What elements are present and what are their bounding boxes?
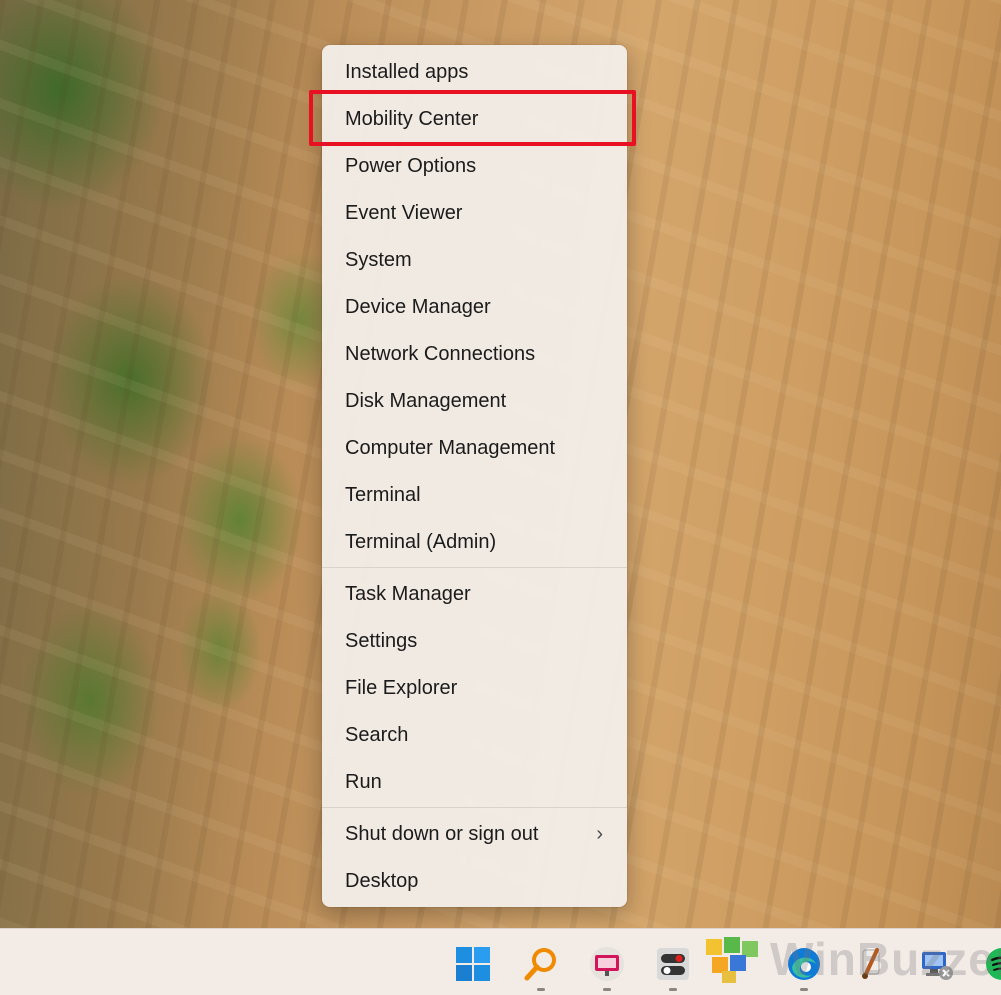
- running-indicator: [669, 988, 677, 991]
- running-indicator: [603, 988, 611, 991]
- menu-item-run[interactable]: Run: [322, 759, 627, 806]
- menu-item-search[interactable]: Search: [322, 712, 627, 759]
- taskbar: [0, 928, 1001, 995]
- menu-item-shut-down-or-sign-out[interactable]: Shut down or sign out ›: [322, 811, 627, 858]
- menu-item-event-viewer[interactable]: Event Viewer: [322, 190, 627, 237]
- edge-browser-icon[interactable]: [786, 946, 822, 982]
- menu-item-terminal[interactable]: Terminal: [322, 472, 627, 519]
- winx-context-menu: Installed apps Mobility Center Power Opt…: [322, 45, 627, 907]
- menu-item-disk-management[interactable]: Disk Management: [322, 378, 627, 425]
- menu-item-file-explorer[interactable]: File Explorer: [322, 665, 627, 712]
- menu-separator: [322, 807, 627, 808]
- windows-start-icon[interactable]: [455, 946, 491, 982]
- spotify-icon[interactable]: [984, 946, 1001, 982]
- menu-item-network-connections[interactable]: Network Connections: [322, 331, 627, 378]
- menu-item-power-options[interactable]: Power Options: [322, 143, 627, 190]
- chevron-right-icon: ›: [596, 823, 603, 845]
- search-magnifier-icon[interactable]: [523, 946, 559, 982]
- menu-item-desktop[interactable]: Desktop: [322, 858, 627, 905]
- running-indicator: [800, 988, 808, 991]
- presentation-app-icon[interactable]: [589, 946, 625, 982]
- menu-item-label: Shut down or sign out: [345, 823, 539, 845]
- menu-item-settings[interactable]: Settings: [322, 618, 627, 665]
- menu-item-task-manager[interactable]: Task Manager: [322, 571, 627, 618]
- menu-item-installed-apps[interactable]: Installed apps: [322, 49, 627, 96]
- menu-separator: [322, 567, 627, 568]
- running-indicator: [537, 988, 545, 991]
- menu-item-computer-management[interactable]: Computer Management: [322, 425, 627, 472]
- menu-item-terminal-admin[interactable]: Terminal (Admin): [322, 519, 627, 566]
- paint-brush-app-icon[interactable]: [853, 946, 889, 982]
- menu-item-mobility-center[interactable]: Mobility Center: [322, 96, 627, 143]
- cubes-app-icon[interactable]: [702, 933, 762, 985]
- toggle-app-icon[interactable]: [655, 946, 691, 982]
- network-computer-icon[interactable]: [918, 946, 954, 982]
- menu-item-system[interactable]: System: [322, 237, 627, 284]
- menu-item-device-manager[interactable]: Device Manager: [322, 284, 627, 331]
